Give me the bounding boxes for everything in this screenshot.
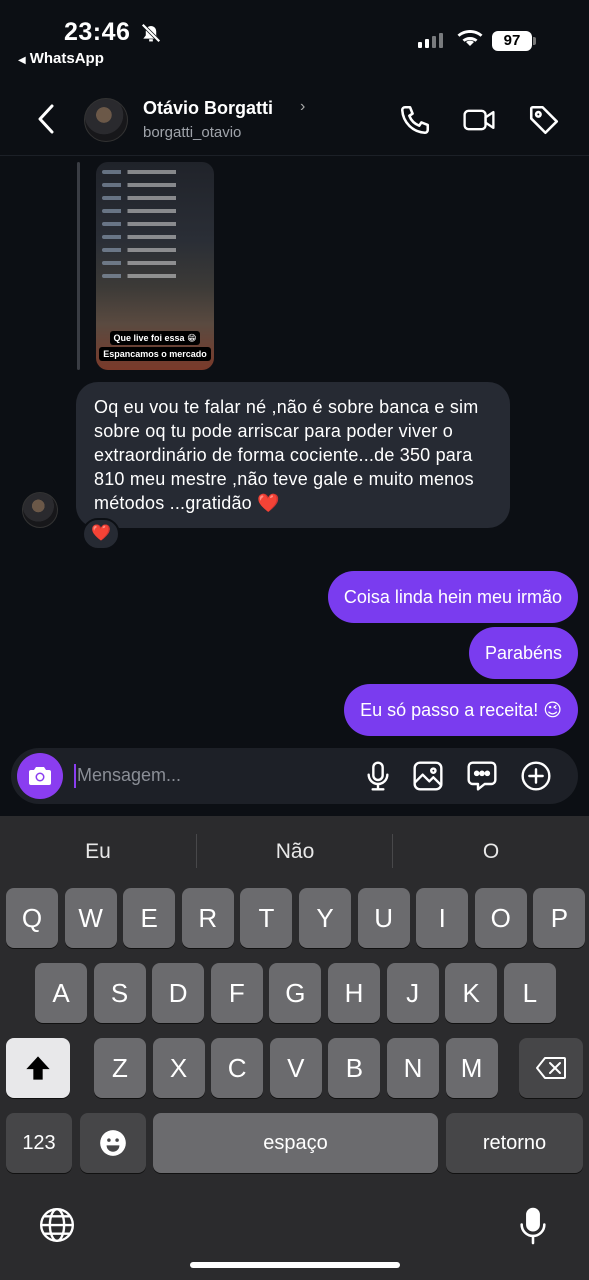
key-w[interactable]: W	[64, 888, 117, 948]
tag-icon[interactable]	[527, 103, 561, 137]
suggestion-3[interactable]: O	[393, 840, 589, 864]
shared-story-image[interactable]: Que live foi essa 😁 Espancamos o mercado	[96, 162, 214, 370]
camera-button[interactable]	[17, 753, 63, 799]
emoji-key[interactable]	[80, 1113, 146, 1173]
key-p[interactable]: P	[533, 888, 586, 948]
key-h[interactable]: H	[328, 963, 380, 1023]
key-q[interactable]: Q	[6, 888, 58, 948]
add-plus-icon[interactable]	[520, 760, 552, 792]
outgoing-message-bubble[interactable]: Coisa linda hein meu irmão	[327, 571, 578, 623]
gallery-icon[interactable]	[412, 760, 444, 792]
cell-signal-icon	[418, 30, 443, 48]
bell-off-icon	[141, 23, 161, 43]
suggestion-1[interactable]: Eu	[0, 840, 196, 864]
wifi-icon	[457, 30, 483, 46]
key-s[interactable]: S	[93, 963, 146, 1023]
backspace-icon	[536, 1057, 566, 1079]
back-arrow-icon[interactable]	[34, 102, 58, 136]
outgoing-message-bubble[interactable]: Parabéns	[468, 627, 578, 679]
key-i[interactable]: I	[416, 888, 469, 948]
key-g[interactable]: G	[269, 963, 322, 1023]
story-caption-line2: Espancamos o mercado	[99, 347, 211, 361]
story-screen-content	[102, 170, 208, 287]
chat-header: Otávio Borgatti › borgatti_otavio	[0, 84, 589, 156]
sender-avatar[interactable]	[22, 492, 58, 528]
key-z[interactable]: Z	[94, 1038, 146, 1098]
key-c[interactable]: C	[211, 1038, 264, 1098]
space-key[interactable]: espaço	[153, 1113, 438, 1173]
video-call-icon[interactable]	[462, 103, 496, 137]
key-u[interactable]: U	[357, 888, 410, 948]
key-j[interactable]: J	[386, 963, 439, 1023]
story-caption: Que live foi essa 😁 Espancamos o mercado	[96, 330, 214, 362]
numbers-key[interactable]: 123	[6, 1113, 72, 1173]
status-bar: 23:46 ◀ WhatsApp 97	[0, 0, 589, 78]
suggestion-2[interactable]: Não	[197, 840, 393, 864]
outgoing-message-bubble[interactable]: Eu só passo a receita! 😉	[344, 684, 578, 736]
globe-icon[interactable]	[38, 1206, 76, 1244]
camera-icon	[29, 767, 51, 785]
key-f[interactable]: F	[210, 963, 263, 1023]
battery-indicator: 97	[492, 31, 536, 51]
key-e[interactable]: E	[123, 888, 176, 948]
back-app-label: WhatsApp	[29, 50, 104, 67]
return-key[interactable]: retorno	[446, 1113, 583, 1173]
message-input[interactable]: Mensagem...	[77, 765, 181, 786]
home-indicator[interactable]	[190, 1262, 400, 1268]
key-l[interactable]: L	[503, 963, 556, 1023]
chevron-right-icon[interactable]: ›	[300, 98, 305, 116]
key-y[interactable]: Y	[299, 888, 351, 948]
shift-key[interactable]	[6, 1038, 70, 1098]
story-caption-line1: Que live foi essa 😁	[109, 331, 201, 345]
message-composer: Mensagem...	[11, 748, 578, 804]
key-m[interactable]: M	[445, 1038, 498, 1098]
reply-thread-line	[77, 162, 80, 370]
keyboard: Eu Não O 123 espaço retorno QWERTYUIOP AS…	[0, 816, 589, 1280]
emoji-icon	[100, 1130, 126, 1156]
heart-reaction[interactable]: ❤️	[82, 518, 120, 550]
key-v[interactable]: V	[269, 1038, 322, 1098]
key-r[interactable]: R	[181, 888, 234, 948]
contact-name[interactable]: Otávio Borgatti	[143, 98, 273, 119]
text-caret	[74, 764, 76, 788]
microphone-icon[interactable]	[362, 760, 394, 792]
contact-avatar[interactable]	[84, 98, 128, 142]
back-triangle-icon: ◀	[18, 55, 26, 66]
key-o[interactable]: O	[474, 888, 527, 948]
sticker-chat-icon[interactable]	[466, 760, 498, 792]
shift-arrow-icon	[26, 1056, 50, 1080]
key-b[interactable]: B	[328, 1038, 381, 1098]
key-x[interactable]: X	[152, 1038, 205, 1098]
key-d[interactable]: D	[152, 963, 205, 1023]
incoming-message-bubble[interactable]: Oq eu vou te falar né ,não é sobre banca…	[76, 382, 510, 528]
dictation-mic-icon[interactable]	[516, 1206, 550, 1246]
phone-call-icon[interactable]	[398, 103, 432, 137]
key-k[interactable]: K	[445, 963, 498, 1023]
back-to-app-link[interactable]: ◀ WhatsApp	[18, 50, 104, 67]
key-n[interactable]: N	[387, 1038, 439, 1098]
status-time: 23:46	[64, 18, 131, 46]
key-t[interactable]: T	[240, 888, 293, 948]
key-a[interactable]: A	[35, 963, 87, 1023]
backspace-key[interactable]	[519, 1038, 583, 1098]
contact-username[interactable]: borgatti_otavio	[143, 124, 241, 141]
